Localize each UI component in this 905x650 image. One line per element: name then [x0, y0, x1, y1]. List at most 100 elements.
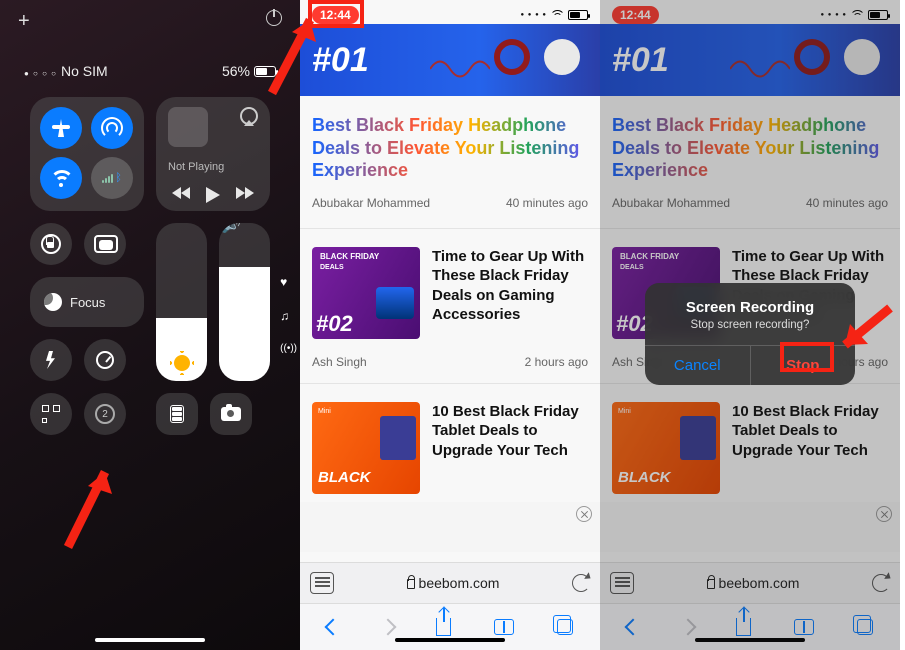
article-time: 40 minutes ago	[506, 196, 588, 210]
qr-icon	[42, 405, 60, 423]
battery-icon	[568, 10, 588, 20]
thumb-sublabel: DEALS	[320, 264, 344, 271]
thumb-label: BLACK FRIDAY	[320, 253, 379, 261]
lock-icon	[407, 579, 415, 589]
close-ad-icon[interactable]	[576, 506, 592, 522]
cancel-button[interactable]: Cancel	[645, 346, 751, 385]
thumb-text: BLACK	[318, 469, 371, 486]
control-center-screen: + ● ○ ○ ○ No SIM 56% ᛒ	[0, 0, 300, 650]
article-thumbnail: Mini BLACK	[312, 402, 420, 494]
recording-time-pill[interactable]: 12:44	[312, 6, 359, 24]
article-thumbnail: BLACK FRIDAY DEALS #02	[312, 247, 420, 339]
home-indicator[interactable]	[95, 638, 205, 642]
timer-icon	[96, 351, 114, 369]
wave-graphic	[430, 54, 490, 84]
moon-icon	[44, 293, 62, 311]
airdrop-icon	[100, 116, 124, 140]
screen-record-button[interactable]: 2	[84, 393, 126, 435]
orientation-lock-toggle[interactable]	[30, 223, 72, 265]
article-title: Time to Gear Up With These Black Friday …	[432, 247, 588, 325]
cellular-bluetooth-toggle[interactable]: ᛒ	[91, 157, 133, 199]
airplane-mode-toggle[interactable]	[40, 107, 82, 149]
battery-percent: 56%	[222, 63, 250, 79]
qr-scanner-button[interactable]	[30, 393, 72, 435]
address-bar[interactable]: beebom.com	[300, 562, 600, 604]
timer-button[interactable]	[84, 339, 126, 381]
screen-mirror-icon	[94, 235, 116, 253]
side-indicators: ♥ ♫ ((•))	[280, 275, 297, 354]
camera-icon	[221, 407, 241, 421]
article-card[interactable]: Mini BLACK 10 Best Black Friday Tablet D…	[312, 384, 588, 502]
thumb-sublabel: Mini	[318, 408, 331, 415]
camera-button[interactable]	[210, 393, 252, 435]
carrier-label: No SIM	[61, 63, 108, 79]
safari-alert-screen: 12:44 ● ● ● ● #01 Best Black Friday Head…	[600, 0, 900, 650]
ad-overlay	[300, 502, 600, 552]
now-playing-label: Not Playing	[168, 161, 258, 173]
url-text: beebom.com	[419, 575, 500, 591]
record-count-badge: 2	[95, 404, 115, 424]
alert-message: Stop screen recording?	[659, 319, 841, 331]
status-bar: ● ○ ○ ○ No SIM 56%	[0, 33, 300, 85]
status-bar: 12:44 ● ● ● ●	[300, 0, 600, 24]
tabs-button[interactable]	[557, 619, 573, 635]
volume-icon: 🔊	[219, 223, 270, 234]
article-author: Ash Singh	[312, 355, 367, 369]
music-tile[interactable]: Not Playing	[156, 97, 270, 211]
forward-button	[379, 619, 396, 636]
screen-mirroring-button[interactable]	[84, 223, 126, 265]
orientation-lock-icon	[41, 234, 61, 254]
headphone-graphic-2	[544, 39, 580, 75]
cellular-icon	[102, 174, 113, 183]
volume-slider[interactable]: 🔊	[219, 223, 270, 381]
safari-screen: 12:44 ● ● ● ● #01 Best Black Friday Head…	[300, 0, 600, 650]
alert-title: Screen Recording	[659, 299, 841, 316]
wifi-icon	[51, 168, 71, 188]
heart-icon: ♥	[280, 275, 297, 289]
bookmarks-button[interactable]	[494, 619, 514, 635]
skip-back-button[interactable]	[172, 187, 190, 203]
signal-icon: ● ● ● ●	[521, 12, 548, 18]
bluetooth-icon: ᛒ	[115, 172, 122, 184]
focus-tile[interactable]: Focus	[30, 277, 144, 327]
page-settings-icon[interactable]	[310, 572, 334, 594]
calculator-button[interactable]	[156, 393, 198, 435]
signal-icon: ((•))	[280, 343, 297, 354]
thumb-number: #02	[316, 311, 353, 337]
brightness-slider[interactable]	[156, 223, 207, 381]
stop-button[interactable]: Stop	[751, 346, 856, 385]
music-note-icon: ♫	[280, 309, 297, 323]
battery-icon	[254, 66, 276, 77]
headphone-graphic-1	[494, 39, 530, 75]
article-card[interactable]: BLACK FRIDAY DEALS #02 Time to Gear Up W…	[312, 229, 588, 347]
article-time: 2 hours ago	[525, 355, 588, 369]
flashlight-button[interactable]	[30, 339, 72, 381]
airplay-icon[interactable]	[240, 107, 258, 125]
hero-banner[interactable]: #01	[300, 24, 600, 96]
power-icon[interactable]	[266, 10, 282, 26]
sun-icon	[174, 355, 190, 371]
signal-dots-icon: ● ○ ○ ○	[24, 69, 57, 78]
reload-icon[interactable]	[572, 574, 590, 592]
screen-recording-alert: Screen Recording Stop screen recording? …	[645, 283, 855, 385]
home-indicator[interactable]	[395, 638, 505, 642]
share-button[interactable]	[436, 618, 451, 636]
article-title: 10 Best Black Friday Tablet Deals to Upg…	[432, 402, 588, 461]
skip-forward-button[interactable]	[236, 187, 254, 203]
album-art-placeholder	[168, 107, 208, 147]
calculator-icon	[170, 405, 184, 423]
focus-label: Focus	[70, 295, 105, 310]
airdrop-toggle[interactable]	[91, 107, 133, 149]
article-author: Abubakar Mohammed	[312, 196, 430, 210]
flashlight-icon	[46, 351, 56, 369]
toolbar	[300, 604, 600, 650]
article-title[interactable]: Best Black Friday Headphone Deals to Ele…	[312, 114, 588, 182]
hero-number: #01	[312, 41, 369, 80]
airplane-icon	[51, 118, 71, 138]
back-button[interactable]	[325, 619, 342, 636]
wifi-toggle[interactable]	[40, 157, 82, 199]
play-button[interactable]	[206, 187, 220, 203]
wifi-icon	[551, 10, 564, 20]
connectivity-tile[interactable]: ᛒ	[30, 97, 144, 211]
add-widget-icon[interactable]: +	[18, 10, 30, 33]
